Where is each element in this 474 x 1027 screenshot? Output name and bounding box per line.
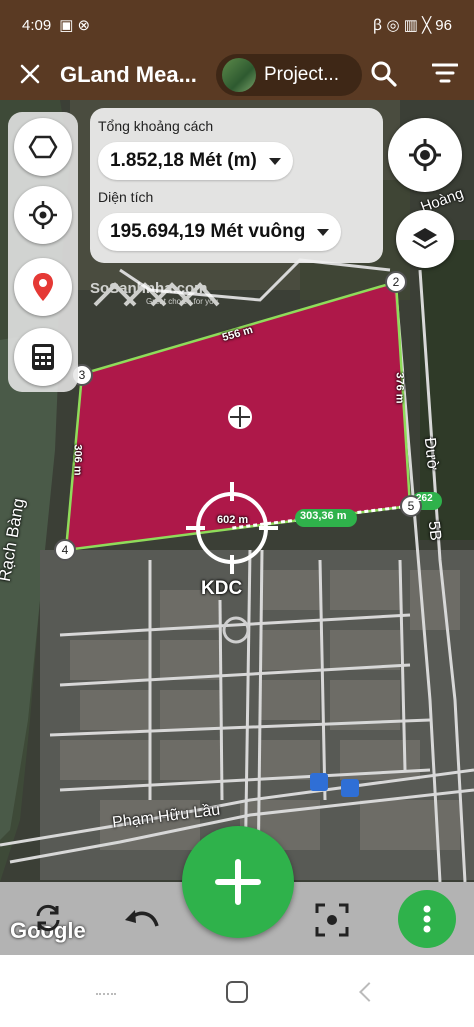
gps-point-button[interactable]: [14, 186, 72, 244]
calculator-button[interactable]: [14, 328, 72, 386]
filter-list-icon: [431, 63, 459, 83]
area-value: 195.694,19 Mét vuông: [110, 221, 306, 242]
pin-marker-button[interactable]: [14, 258, 72, 316]
calculator-icon: [32, 344, 54, 370]
sosanhnha-watermark: SoSanhnha.com Great choice for you: [90, 280, 220, 350]
more-options-button[interactable]: [398, 890, 456, 948]
area-unit-dropdown[interactable]: 195.694,19 Mét vuông: [98, 213, 342, 251]
app-bar: GLand Mea... Project...: [0, 50, 474, 100]
home-nav-button[interactable]: [226, 981, 248, 1003]
status-bar: 4:09 ▣ ⊗ ꞵ ◎ ▥ ╳ 96: [0, 0, 474, 50]
area-label: Diện tích: [98, 189, 154, 205]
polygon-vertex-2[interactable]: 2: [385, 271, 407, 293]
recents-nav-icon[interactable]: [96, 993, 116, 997]
status-time: 4:09: [22, 16, 52, 34]
filter-menu-button[interactable]: [431, 62, 459, 88]
status-left-icons: ▣ ⊗: [59, 17, 91, 34]
sync-icon: [36, 904, 60, 932]
project-selector[interactable]: Project...: [216, 54, 362, 96]
app-screen: 4:09 ▣ ⊗ ꞵ ◎ ▥ ╳ 96 GLand Mea... Project…: [0, 0, 474, 1027]
edge-length-left: 306 m: [71, 444, 84, 476]
distance-value: 1.852,18 Mét (m): [110, 150, 257, 171]
app-title: GLand Mea...: [60, 62, 197, 87]
polygon-vertex-4[interactable]: 4: [54, 539, 76, 561]
polygon-tool-button[interactable]: [14, 118, 72, 176]
add-point-fab[interactable]: [182, 826, 294, 938]
crosshair-icon: [29, 201, 57, 229]
polygon-shape-icon: [28, 135, 58, 159]
undo-button[interactable]: [120, 900, 164, 940]
layers-icon: [412, 228, 438, 249]
search-button[interactable]: [370, 60, 400, 90]
my-location-button[interactable]: [388, 118, 462, 192]
edge-length-extension: 303,36 m: [300, 510, 347, 522]
measurement-panel: Tổng khoảng cách 1.852,18 Mét (m) Diện t…: [90, 108, 383, 263]
tool-panel: [8, 112, 78, 392]
edge-length-extension-tail: 262: [416, 493, 433, 504]
project-thumbnail-icon: [222, 58, 256, 92]
chevron-down-icon: [268, 157, 281, 165]
undo-icon: [125, 910, 159, 927]
label-duong-b: 5B: [424, 520, 444, 542]
back-nav-icon[interactable]: [359, 982, 379, 1002]
project-label: Project...: [264, 64, 339, 85]
plus-icon: [215, 859, 261, 905]
distance-label: Tổng khoảng cách: [98, 118, 214, 134]
close-icon: [20, 64, 40, 83]
label-duong-a: Đườ: [420, 436, 442, 472]
focus-frame-icon: [315, 903, 349, 937]
edge-length-bottom: 602 m: [217, 514, 249, 526]
close-button[interactable]: [0, 60, 60, 91]
map-pin-icon: [33, 273, 53, 301]
status-right-icons: ꞵ ◎ ▥ ╳ 96: [372, 17, 452, 34]
house-logo-icon: [93, 282, 220, 307]
chevron-down-icon: [317, 228, 330, 236]
system-nav-bar: [0, 955, 474, 1027]
fit-view-button[interactable]: [310, 898, 354, 942]
distance-unit-dropdown[interactable]: 1.852,18 Mét (m): [98, 142, 293, 180]
map-layers-button[interactable]: [396, 210, 454, 268]
my-location-icon: [409, 139, 441, 171]
label-kdc: KDC: [201, 578, 243, 599]
edge-length-right: 376 m: [393, 372, 406, 404]
refresh-button[interactable]: [28, 898, 68, 938]
more-vertical-icon: [423, 905, 431, 933]
search-icon: [371, 61, 397, 87]
